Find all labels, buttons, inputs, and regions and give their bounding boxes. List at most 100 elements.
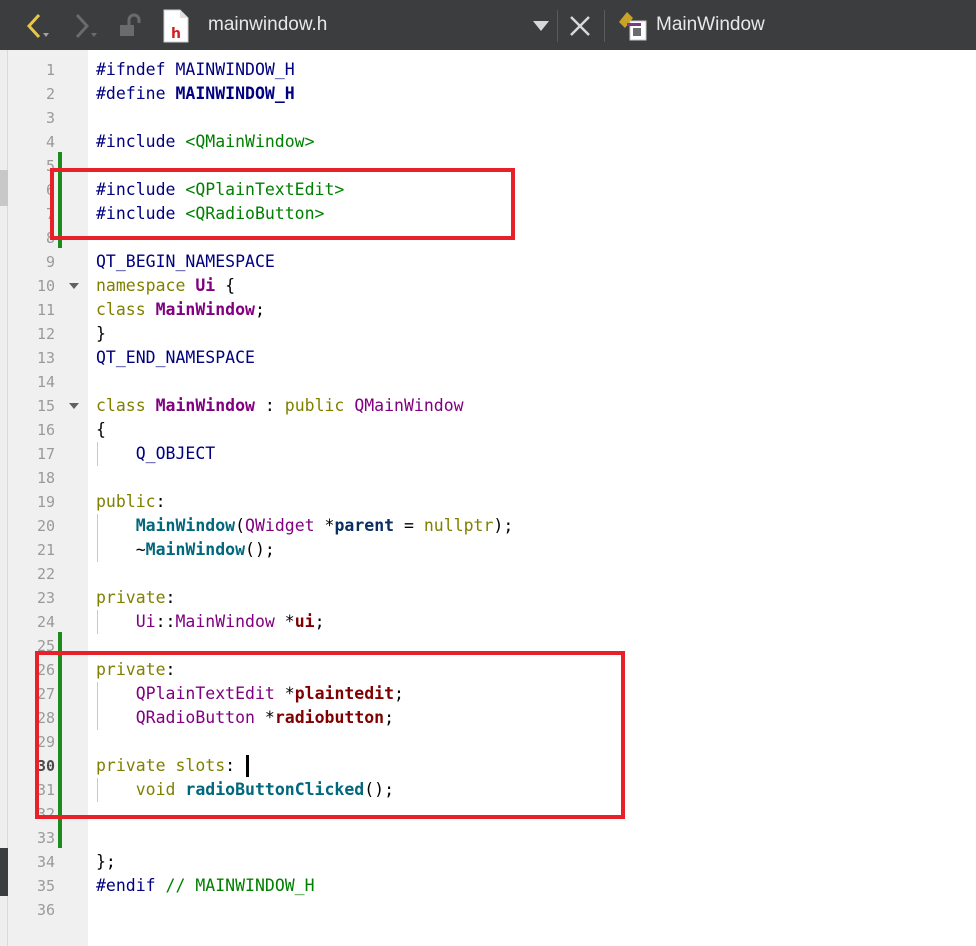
- code-token: (: [235, 516, 246, 535]
- code-token: // MAINWINDOW_H: [165, 876, 315, 895]
- triangle-down-icon: [533, 21, 549, 31]
- code-text: };: [96, 850, 116, 874]
- code-line[interactable]: 11 class MainWindow;: [0, 298, 976, 322]
- line-number: 6: [45, 181, 55, 199]
- code-text: private:: [96, 586, 175, 610]
- line-number: 17: [36, 445, 55, 463]
- line-number: 10: [36, 277, 55, 295]
- code-token: :: [254, 396, 285, 415]
- code-token: :: [165, 588, 176, 607]
- code-text: class MainWindow;: [96, 298, 265, 322]
- lock-toggle-button[interactable]: [112, 10, 146, 42]
- code-token: ;: [254, 300, 265, 319]
- toolbar-separator: [604, 10, 605, 42]
- highlight-box-private-members: [35, 651, 625, 819]
- code-line[interactable]: 36: [0, 898, 976, 922]
- line-number: 13: [36, 349, 55, 367]
- code-token: public: [96, 492, 156, 511]
- code-text: class MainWindow : public QMainWindow: [96, 394, 464, 418]
- code-token: MainWindow: [155, 396, 255, 415]
- fold-arrow-icon[interactable]: [69, 283, 79, 289]
- code-line[interactable]: 3: [0, 106, 976, 130]
- code-text: ~MainWindow();: [96, 538, 275, 562]
- code-token: *: [314, 516, 335, 535]
- line-number: 7: [45, 205, 55, 223]
- code-token: {: [215, 276, 236, 295]
- code-token: QT_END_NAMESPACE: [96, 348, 255, 367]
- close-document-button[interactable]: [566, 12, 594, 40]
- code-line[interactable]: 17 Q_OBJECT: [0, 442, 976, 466]
- code-text: #include <QMainWindow>: [96, 130, 315, 154]
- code-line[interactable]: 21 ~MainWindow();: [0, 538, 976, 562]
- code-line[interactable]: 33: [0, 826, 976, 850]
- code-token: nullptr: [423, 516, 494, 535]
- code-text: public:: [96, 490, 166, 514]
- forward-button[interactable]: [66, 10, 102, 42]
- code-token: *: [274, 612, 295, 631]
- indent-guide: [97, 442, 98, 466]
- code-token: class: [96, 300, 156, 319]
- current-symbol-label[interactable]: MainWindow: [656, 14, 765, 36]
- line-number: 3: [45, 109, 55, 127]
- code-token: MAINWINDOW_H: [175, 84, 295, 103]
- code-line[interactable]: 12}: [0, 322, 976, 346]
- code-line[interactable]: 2 #define MAINWINDOW_H: [0, 82, 976, 106]
- code-line[interactable]: 23 private:: [0, 586, 976, 610]
- code-token: parent: [334, 516, 395, 535]
- code-text: QT_BEGIN_NAMESPACE: [96, 250, 275, 274]
- code-token: QWidget: [245, 516, 315, 535]
- code-line[interactable]: 4 #include <QMainWindow>: [0, 130, 976, 154]
- code-token: #ifndef: [96, 60, 176, 79]
- code-token: class: [96, 396, 156, 415]
- editor-toolbar: h mainwindow.h MainWindow: [0, 0, 976, 50]
- toolbar-separator: [557, 10, 558, 42]
- code-line[interactable]: 19 public:: [0, 490, 976, 514]
- line-number: 4: [45, 133, 55, 151]
- line-number: 19: [36, 493, 55, 511]
- line-number: 23: [36, 589, 55, 607]
- code-token: MainWindow: [175, 612, 275, 631]
- code-line[interactable]: 35 #endif // MAINWINDOW_H: [0, 874, 976, 898]
- code-text: Ui::MainWindow *ui;: [96, 610, 325, 634]
- chevron-left-icon: [21, 11, 51, 41]
- code-line[interactable]: 24 Ui::MainWindow *ui;: [0, 610, 976, 634]
- line-number: 1: [45, 61, 55, 79]
- code-text: {: [96, 418, 106, 442]
- code-line[interactable]: 14: [0, 370, 976, 394]
- file-name-label[interactable]: mainwindow.h: [208, 14, 327, 36]
- line-number: 11: [36, 301, 55, 319]
- code-token: =: [394, 516, 424, 535]
- code-token: namespace: [96, 276, 196, 295]
- code-text: namespace Ui {: [96, 274, 235, 298]
- code-token: #define: [96, 84, 176, 103]
- code-line[interactable]: 16 {: [0, 418, 976, 442]
- code-token: };: [96, 852, 116, 871]
- code-token: }: [96, 324, 106, 343]
- code-line[interactable]: 15 class MainWindow : public QMainWindow: [0, 394, 976, 418]
- code-line[interactable]: 13 QT_END_NAMESPACE: [0, 346, 976, 370]
- line-number: 14: [36, 373, 55, 391]
- code-line[interactable]: 18: [0, 466, 976, 490]
- code-line[interactable]: 9 QT_BEGIN_NAMESPACE: [0, 250, 976, 274]
- code-token: #endif: [96, 876, 166, 895]
- code-token: ;: [314, 612, 325, 631]
- code-token: QT_BEGIN_NAMESPACE: [96, 252, 275, 271]
- code-token: MainWindow: [155, 300, 255, 319]
- header-file-icon: h: [162, 8, 190, 44]
- code-line[interactable]: 22: [0, 562, 976, 586]
- fold-arrow-icon[interactable]: [69, 403, 79, 409]
- code-line[interactable]: 1 #ifndef MAINWINDOW_H: [0, 58, 976, 82]
- file-dropdown-button[interactable]: [530, 14, 552, 38]
- unlocked-icon: [115, 12, 143, 40]
- code-text: #define MAINWINDOW_H: [96, 82, 295, 106]
- code-text: QT_END_NAMESPACE: [96, 346, 255, 370]
- code-line[interactable]: 34};: [0, 850, 976, 874]
- header-file-icon-letter: h: [171, 26, 181, 42]
- chevron-right-icon: [69, 11, 99, 41]
- indent-guide: [97, 610, 98, 634]
- code-line[interactable]: 10 namespace Ui {: [0, 274, 976, 298]
- code-line[interactable]: 20 MainWindow(QWidget *parent = nullptr)…: [0, 514, 976, 538]
- back-button[interactable]: [18, 10, 54, 42]
